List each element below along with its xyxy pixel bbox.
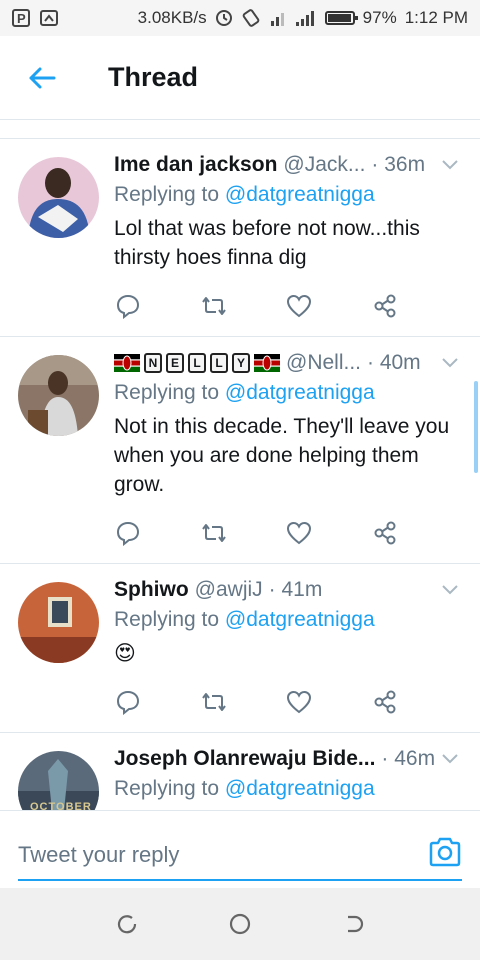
thread-list[interactable]: Ime dan jackson @Jack... · 36m Replying … [0,121,480,810]
reply-icon[interactable] [114,519,142,547]
app-bar: Thread [0,36,480,120]
system-nav-bar [0,888,480,960]
tweet-text: 😍 [114,642,136,665]
replying-to: Replying to @datgreatnigga [114,777,462,801]
avatar-text: OCTOBER [30,801,92,810]
kenya-flag-icon [114,354,140,372]
author-handle[interactable]: @Nell... [286,351,361,375]
chevron-down-icon[interactable] [438,351,462,375]
author-name[interactable]: Joseph Olanrewaju Bide... [114,747,375,771]
data-saver-icon [215,9,233,27]
tweet-text: Not in this decade. They'll leave you wh… [114,415,450,496]
replying-label: Replying to [114,183,220,206]
name-letter: E [166,353,184,373]
name-letter: Y [232,353,250,373]
replying-label: Replying to [114,608,220,631]
reply-bar: Tweet your reply [0,810,480,888]
tweet-time: · 41m [268,578,323,601]
home-icon[interactable] [225,909,255,939]
name-letter: L [188,353,206,373]
share-icon[interactable] [371,519,399,547]
replying-label: Replying to [114,381,220,404]
signal-1-icon [269,9,287,27]
tweet-item[interactable]: N E L L Y @Nell... · 40m Replying to @da… [0,337,480,564]
tweet-actions [114,519,399,547]
tweet-actions [114,688,399,716]
share-icon[interactable] [371,292,399,320]
recent-apps-icon[interactable] [112,909,142,939]
tweet-time: · 40m [367,351,421,374]
mention-link[interactable]: @datgreatnigga [225,183,375,206]
mention-link[interactable]: @datgreatnigga [225,777,375,800]
mention-link[interactable]: @datgreatnigga [225,381,375,404]
like-icon[interactable] [285,519,313,547]
author-handle[interactable]: @awjiJ [195,578,263,602]
name-letter: L [210,353,228,373]
clock: 1:12 PM [404,8,468,27]
avatar[interactable] [18,157,99,238]
scrollbar[interactable] [474,381,478,473]
screenshot-icon [40,9,58,27]
status-bar: P 3.08KB/s 97% 1:12 PM [0,0,480,36]
replying-label: Replying to [114,777,220,800]
chevron-down-icon[interactable] [438,153,462,177]
retweet-icon[interactable] [200,688,228,716]
replying-to: Replying to @datgreatnigga [114,608,462,632]
camera-icon[interactable] [428,837,462,871]
tweet-item[interactable]: Ime dan jackson @Jack... · 36m Replying … [0,139,480,337]
back-arrow-icon[interactable] [26,62,58,94]
author-name[interactable]: Sphiwo [114,578,189,602]
p-app-icon: P [12,9,30,27]
author-name[interactable]: Ime dan jackson [114,153,277,177]
network-speed: 3.08KB/s [137,8,207,27]
replying-to: Replying to @datgreatnigga [114,381,462,405]
like-icon[interactable] [285,292,313,320]
retweet-icon[interactable] [200,292,228,320]
page-title: Thread [108,62,199,92]
previous-tweet-edge [0,121,480,139]
tweet-item[interactable]: Sphiwo @awjiJ · 41m Replying to @datgrea… [0,564,480,733]
tweet-time: · 46m [381,747,436,770]
retweet-icon[interactable] [200,519,228,547]
like-icon[interactable] [285,688,313,716]
avatar[interactable]: OCTOBER [18,751,99,810]
reply-input[interactable]: Tweet your reply [18,831,462,881]
chevron-down-icon[interactable] [438,578,462,602]
mention-link[interactable]: @datgreatnigga [225,608,375,631]
back-icon[interactable] [338,909,368,939]
chevron-down-icon[interactable] [438,747,462,771]
share-icon[interactable] [371,688,399,716]
reply-icon[interactable] [114,688,142,716]
author-handle[interactable]: @Jack... [283,153,365,177]
tweet-actions [114,292,399,320]
signal-2-icon [295,9,317,27]
reply-placeholder: Tweet your reply [18,842,180,867]
avatar[interactable] [18,355,99,436]
tweet-item[interactable]: OCTOBER Joseph Olanrewaju Bide... · 46m … [0,733,480,810]
author-name[interactable]: N E L L Y [114,353,280,373]
battery-icon [324,11,358,25]
avatar[interactable] [18,582,99,663]
tweet-text: Lol that was before not now...this thirs… [114,217,420,269]
replying-to: Replying to @datgreatnigga [114,183,462,207]
svg-text:P: P [17,11,26,26]
battery-percent: 97% [362,8,397,27]
rotation-lock-icon [241,8,261,28]
reply-icon[interactable] [114,292,142,320]
kenya-flag-icon [254,354,280,372]
name-letter: N [144,353,162,373]
tweet-time: · 36m [371,153,426,176]
